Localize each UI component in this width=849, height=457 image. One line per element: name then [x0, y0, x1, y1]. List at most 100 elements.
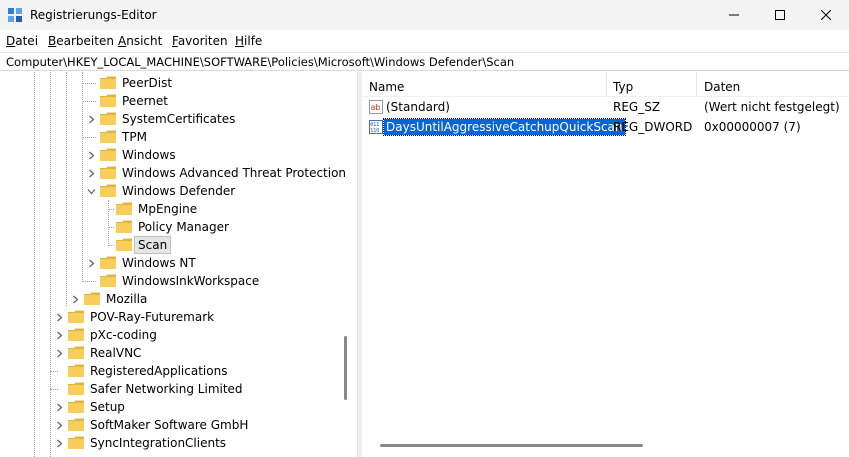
column-header-name[interactable]: Name — [369, 80, 404, 94]
minimize-icon — [729, 14, 739, 16]
tree-node-pxc-coding[interactable]: pXc-coding — [0, 326, 357, 344]
tree-node-label: Scan — [134, 236, 172, 254]
address-bar[interactable]: Computer\HKEY_LOCAL_MACHINE\SOFTWARE\Pol… — [0, 52, 849, 71]
value-type: REG_DWORD — [613, 120, 693, 134]
folder-icon — [100, 148, 116, 161]
tree-node-peerdist[interactable]: PeerDist — [0, 74, 357, 92]
folder-icon — [68, 400, 84, 413]
chevron-right-icon[interactable] — [71, 295, 80, 304]
folder-icon — [100, 130, 116, 143]
column-header-type[interactable]: Typ — [613, 80, 633, 94]
value-data: (Wert nicht festgelegt) — [704, 100, 840, 114]
svg-text:ab: ab — [371, 103, 381, 112]
tree-node-label: MpEngine — [138, 202, 198, 216]
chevron-right-icon[interactable] — [55, 403, 64, 412]
folder-icon — [68, 364, 84, 377]
close-icon — [821, 10, 831, 20]
tree-node-mpengine[interactable]: MpEngine — [0, 200, 357, 218]
tree-node-policy-manager[interactable]: Policy Manager — [0, 218, 357, 236]
tree-node-syncintegrationclients[interactable]: SyncIntegrationClients — [0, 434, 357, 452]
tree-node-label: PeerDist — [122, 76, 173, 90]
menu-ansicht[interactable]: Ansicht — [118, 34, 162, 48]
title-bar: Registrierungs-Editor — [0, 0, 849, 30]
tree-node-windows-nt[interactable]: Windows NT — [0, 254, 357, 272]
tree-node-label: Peernet — [122, 94, 168, 108]
tree-node-label: SystemCertificates — [122, 112, 236, 126]
string-value-icon: ab — [369, 100, 383, 114]
tree-node-label: Policy Manager — [138, 220, 229, 234]
menu-bearbeiten[interactable]: Bearbeiten — [48, 34, 114, 48]
tree-node-label: Mozilla — [106, 292, 148, 306]
tree-scrollbar-thumb[interactable] — [344, 336, 347, 400]
tree-node-realvnc[interactable]: RealVNC — [0, 344, 357, 362]
tree-node-windows[interactable]: Windows — [0, 146, 357, 164]
folder-icon — [100, 76, 116, 89]
column-header-data[interactable]: Daten — [704, 80, 740, 94]
tree-node-label: SoftMaker Software GmbH — [90, 418, 249, 432]
tree-node-label: SyncIntegrationClients — [90, 436, 227, 450]
tree-node-windows-defender[interactable]: Windows Defender — [0, 182, 357, 200]
tree-node-label: Setup — [90, 400, 125, 414]
chevron-down-icon[interactable] — [87, 187, 96, 196]
folder-icon — [68, 418, 84, 431]
tree-node-label: Windows Advanced Threat Protection — [122, 166, 347, 180]
folder-icon — [68, 310, 84, 323]
menu-favoriten[interactable]: Favoriten — [172, 34, 228, 48]
registry-editor-icon — [8, 8, 22, 22]
folder-icon — [84, 292, 100, 305]
column-separator[interactable] — [696, 72, 697, 96]
chevron-right-icon[interactable] — [55, 421, 64, 430]
tree-node-safer-networking-limited[interactable]: Safer Networking Limited — [0, 380, 357, 398]
folder-icon — [68, 436, 84, 449]
values-list[interactable]: Name Typ Daten ab (Standard) REG_SZ (Wer… — [362, 72, 849, 457]
tree-node-systemcertificates[interactable]: SystemCertificates — [0, 110, 357, 128]
svg-text:110: 110 — [370, 128, 379, 134]
tree-node-pov-ray-futuremark[interactable]: POV-Ray-Futuremark — [0, 308, 357, 326]
tree-node-tpm[interactable]: TPM — [0, 128, 357, 146]
chevron-right-icon[interactable] — [87, 115, 96, 124]
maximize-button[interactable] — [757, 0, 803, 30]
folder-icon — [116, 238, 132, 251]
tree-node-label: RealVNC — [90, 346, 142, 360]
tree-node-registeredapplications[interactable]: RegisteredApplications — [0, 362, 357, 380]
tree-node-label: WindowsInkWorkspace — [122, 274, 260, 288]
tree-node-setup[interactable]: Setup — [0, 398, 357, 416]
minimize-button[interactable] — [711, 0, 757, 30]
tree-node-label: RegisteredApplications — [90, 364, 228, 378]
folder-icon — [116, 220, 132, 233]
chevron-right-icon[interactable] — [55, 331, 64, 340]
menu-datei[interactable]: Datei — [6, 34, 38, 48]
tree-node-label: Windows Defender — [122, 184, 236, 198]
tree-node-label: POV-Ray-Futuremark — [90, 310, 215, 324]
value-row[interactable]: ab (Standard) REG_SZ (Wert nicht festgel… — [362, 97, 849, 117]
tree-node-scan[interactable]: Scan — [0, 236, 357, 254]
chevron-right-icon[interactable] — [87, 151, 96, 160]
value-name: (Standard) — [386, 100, 450, 114]
chevron-right-icon[interactable] — [55, 439, 64, 448]
tree-node-windowsinkworkspace[interactable]: WindowsInkWorkspace — [0, 272, 357, 290]
chevron-right-icon[interactable] — [87, 169, 96, 178]
tree-node-mozilla[interactable]: Mozilla — [0, 290, 357, 308]
folder-icon — [68, 328, 84, 341]
folder-icon — [100, 184, 116, 197]
tree-node-label: Safer Networking Limited — [90, 382, 243, 396]
chevron-right-icon[interactable] — [55, 349, 64, 358]
menu-hilfe[interactable]: Hilfe — [235, 34, 262, 48]
chevron-right-icon[interactable] — [55, 313, 64, 322]
folder-icon — [68, 346, 84, 359]
column-separator[interactable] — [606, 72, 607, 96]
folder-icon — [68, 382, 84, 395]
registry-tree[interactable]: PeerDist Peernet SystemCertificates TPM … — [0, 72, 358, 457]
tree-node-windows-advanced-threat-protection[interactable]: Windows Advanced Threat Protection — [0, 164, 357, 182]
horizontal-scrollbar-thumb[interactable] — [380, 444, 643, 447]
tree-node-softmaker-software-gmbh[interactable]: SoftMaker Software GmbH — [0, 416, 357, 434]
tree-node-label: Windows NT — [122, 256, 196, 270]
value-name: DaysUntilAggressiveCatchupQuickScan — [383, 118, 626, 136]
chevron-right-icon[interactable] — [87, 259, 96, 268]
address-path[interactable]: Computer\HKEY_LOCAL_MACHINE\SOFTWARE\Pol… — [6, 56, 514, 69]
value-row-selected[interactable]: 011 110 DaysUntilAggressiveCatchupQuickS… — [362, 117, 849, 137]
close-button[interactable] — [803, 0, 849, 30]
folder-icon — [100, 112, 116, 125]
folder-icon — [100, 166, 116, 179]
tree-node-peernet[interactable]: Peernet — [0, 92, 357, 110]
